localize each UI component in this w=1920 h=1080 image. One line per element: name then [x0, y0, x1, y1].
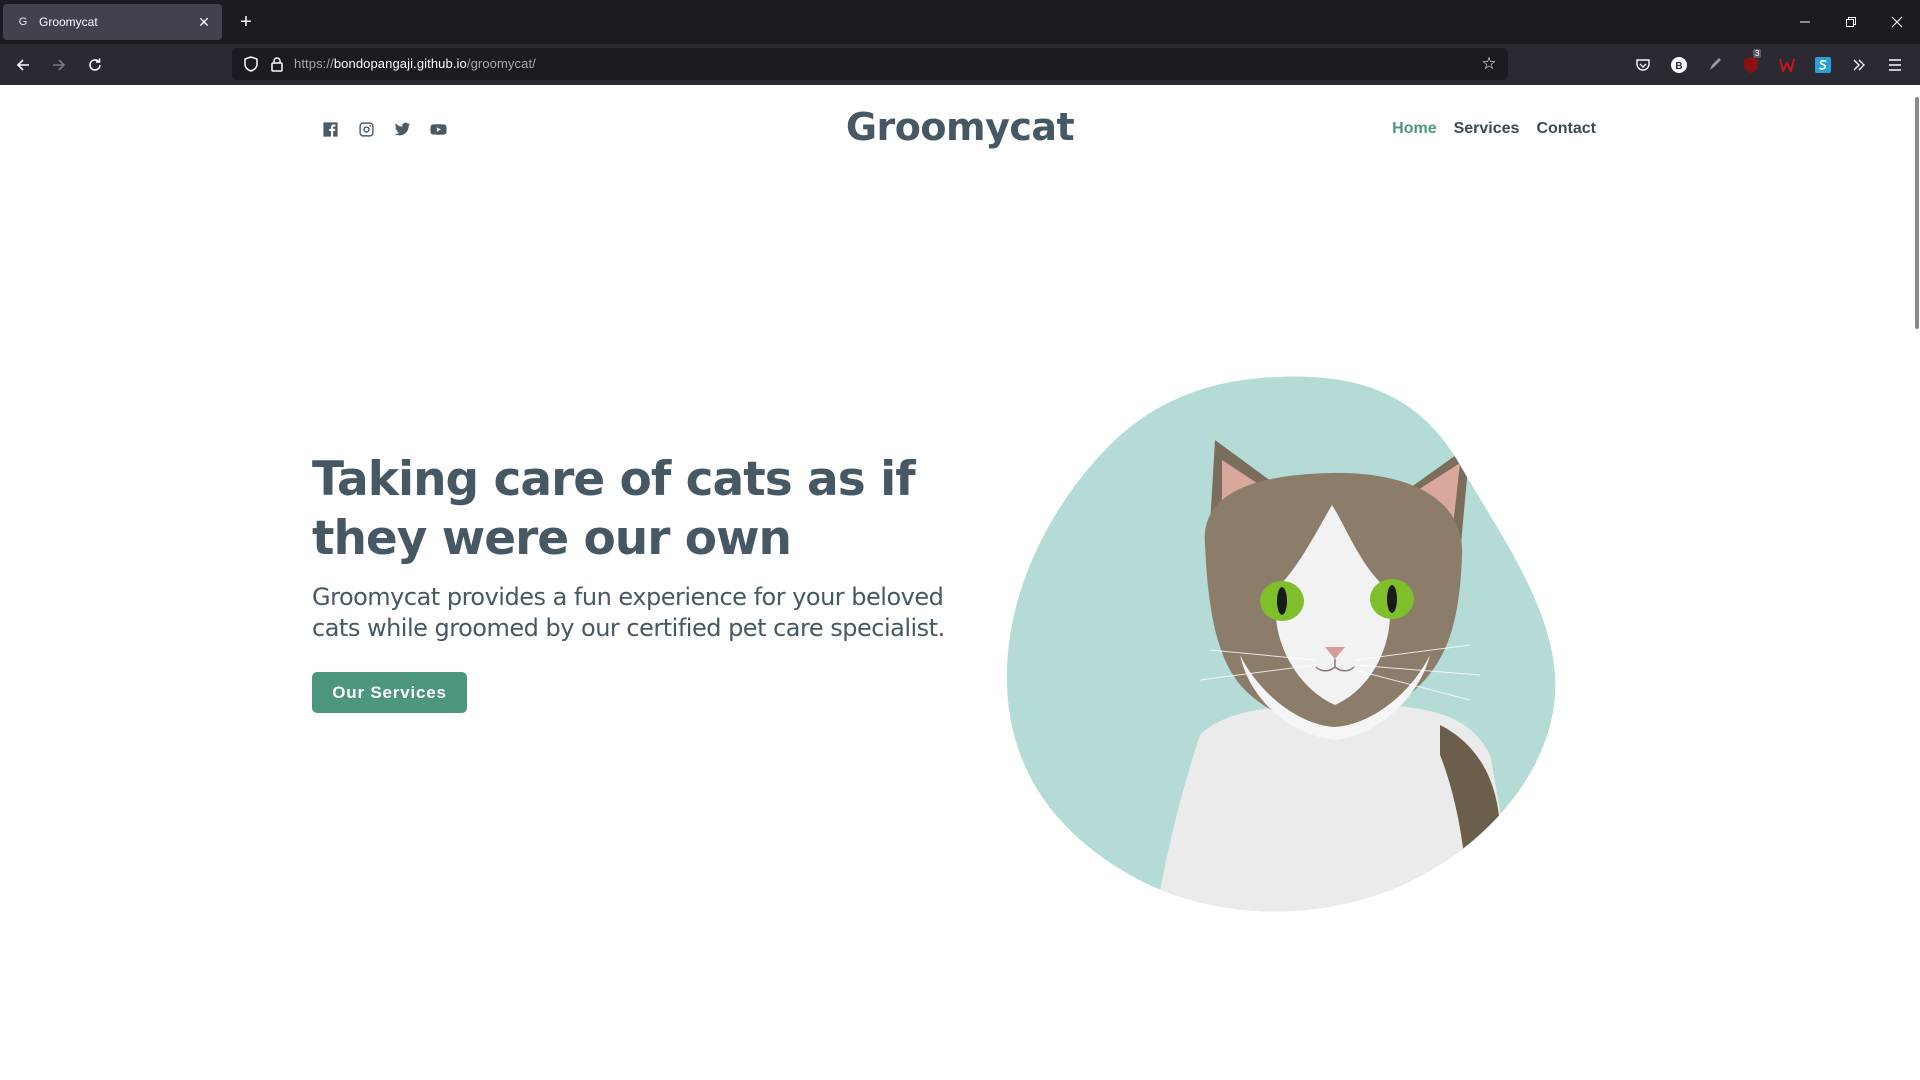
hero-subtitle: Groomycat provides a fun experience for …	[312, 583, 945, 642]
main-nav: Home Services Contact	[1392, 120, 1596, 138]
restore-button[interactable]	[1828, 0, 1874, 44]
site-logo[interactable]: Groomycat	[0, 105, 1920, 149]
favicon-icon: G	[18, 16, 28, 28]
close-tab-icon[interactable]: ✕	[192, 10, 216, 34]
tab-strip: G Groomycat ✕ +	[0, 0, 1920, 44]
nav-home[interactable]: Home	[1392, 120, 1436, 138]
lock-icon[interactable]	[268, 55, 286, 73]
web-page: Groomycat Home Services Contact Taking c…	[0, 85, 1920, 1080]
navigation-toolbar: https://bondopangaji.github.io/groomycat…	[0, 44, 1920, 85]
s-extension-icon[interactable]	[1810, 52, 1836, 78]
overflow-chevron-icon[interactable]	[1846, 52, 1872, 78]
new-tab-button[interactable]: +	[232, 8, 260, 36]
url-text[interactable]: https://bondopangaji.github.io/groomycat…	[294, 56, 536, 71]
minimize-button[interactable]	[1782, 0, 1828, 44]
url-host: bondopangaji.github.io	[333, 56, 467, 71]
url-prefix: https://	[294, 56, 334, 71]
our-services-button[interactable]: Our Services	[312, 672, 467, 713]
close-window-button[interactable]	[1874, 0, 1920, 44]
reload-button[interactable]	[80, 50, 110, 80]
forward-button[interactable]	[44, 50, 74, 80]
tab-title: Groomycat	[39, 15, 98, 29]
tracking-shield-icon[interactable]	[242, 55, 260, 73]
extension-b-icon[interactable]: B	[1666, 52, 1692, 78]
back-button[interactable]	[8, 50, 38, 80]
extension-badge: 3	[1753, 49, 1762, 58]
hero-cat-image	[1006, 376, 1556, 912]
hamburger-menu-icon[interactable]	[1882, 52, 1908, 78]
bookmark-star-icon[interactable]: ☆	[1478, 53, 1500, 75]
extension-b-letter: B	[1675, 61, 1682, 72]
w-extension-icon[interactable]	[1774, 52, 1800, 78]
pocket-icon[interactable]	[1630, 52, 1656, 78]
nav-contact[interactable]: Contact	[1536, 120, 1596, 138]
nav-services[interactable]: Services	[1454, 120, 1520, 138]
pen-extension-icon[interactable]	[1702, 52, 1728, 78]
browser-tab[interactable]: G Groomycat ✕	[3, 4, 222, 40]
hero-title: Taking care of cats as if they were our …	[312, 452, 916, 566]
ublock-icon[interactable]: 3	[1738, 49, 1764, 78]
address-bar[interactable]: https://bondopangaji.github.io/groomycat…	[232, 48, 1508, 80]
url-path: /groomycat/	[466, 56, 536, 71]
